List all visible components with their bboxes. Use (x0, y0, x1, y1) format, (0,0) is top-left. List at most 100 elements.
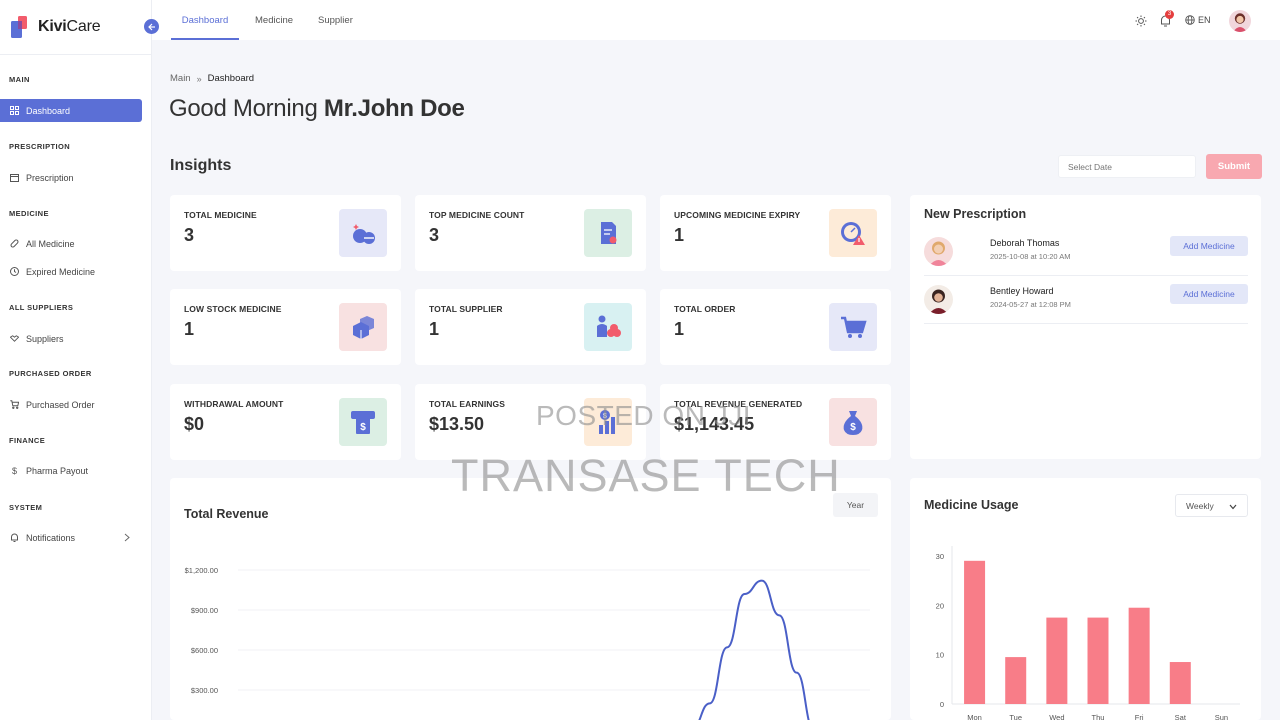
stat-value: $13.50 (429, 414, 485, 434)
usage-period-select[interactable]: Weekly (1175, 494, 1248, 517)
section-finance: FINANCE (9, 436, 46, 445)
greeting-prefix: Good Morning (169, 95, 318, 122)
dollar-icon: $ (11, 465, 17, 476)
tab-supplier[interactable]: Supplier (318, 0, 353, 40)
date-picker-input[interactable] (1058, 155, 1196, 178)
y-tick-label: $900.00 (191, 606, 218, 615)
sidebar-item-label: Notifications (26, 532, 76, 543)
notification-count-badge: 3 (1165, 10, 1174, 19)
x-tick-label: Sun (1215, 713, 1228, 720)
stat-card-low-stock: LOW STOCK MEDICINE 1 (170, 289, 401, 365)
sidebar-item-label: Expired Medicine (26, 266, 96, 277)
breadcrumb-root[interactable]: Main (170, 73, 191, 84)
stat-label: UPCOMING MEDICINE EXPIRY (674, 210, 801, 220)
usage-bar (1046, 617, 1068, 704)
boxes-icon (339, 303, 387, 351)
sidebar-item-expired-medicine[interactable]: Expired Medicine (0, 260, 142, 283)
pill-icon (10, 239, 19, 248)
logo[interactable]: KiviCare (11, 15, 101, 39)
x-tick-label: Mon (967, 713, 982, 720)
sidebar-item-purchased-order[interactable]: Purchased Order (0, 393, 142, 416)
y-tick-label: 20 (936, 601, 944, 610)
stat-label: LOW STOCK MEDICINE (184, 304, 282, 314)
language-selector[interactable]: EN (1185, 15, 1211, 25)
top-navbar: Dashboard Medicine Supplier (152, 0, 1280, 40)
sidebar-item-label: Prescription (26, 172, 74, 183)
watermark-line-1: POSTED ON JJI (536, 400, 751, 431)
y-tick-label: 0 (940, 700, 944, 709)
sidebar-item-notifications[interactable]: Notifications (0, 526, 142, 549)
section-purchased: PURCHASED ORDER (9, 369, 92, 378)
chevron-right-icon (124, 533, 130, 544)
total-revenue-title: Total Revenue (184, 507, 269, 521)
collapse-sidebar-button[interactable] (144, 19, 159, 34)
patient-avatar (924, 285, 953, 314)
medicine-usage-bar-chart: 0 10 20 30 Mon Tue Wed Thu Fri Sat Sun (936, 546, 1240, 720)
x-tick-label: Thu (1092, 713, 1105, 720)
sidebar-item-all-medicine[interactable]: All Medicine (0, 232, 142, 255)
prescription-date: 2025-10-08 at 10:20 AM (990, 252, 1071, 261)
svg-text:$: $ (360, 422, 366, 433)
add-medicine-button[interactable]: Add Medicine (1170, 236, 1248, 256)
sidebar-item-label: Dashboard (26, 105, 71, 116)
list-item: Bentley Howard 2024-05-27 at 12:08 PM Ad… (924, 276, 1248, 324)
stat-value: 1 (429, 319, 440, 339)
chevron-down-icon (1229, 502, 1237, 512)
sidebar: KiviCare MAIN Dashboard PRESCRIPTION Pre… (0, 0, 152, 720)
usage-bar (1087, 617, 1109, 704)
globe-icon (1185, 15, 1195, 25)
clock-icon (10, 267, 19, 276)
brand-name-rest: Care (66, 18, 101, 35)
atm-icon: $ (339, 398, 387, 446)
add-medicine-button[interactable]: Add Medicine (1170, 284, 1248, 304)
stat-value: 1 (184, 319, 195, 339)
sidebar-item-pharma-payout[interactable]: $ Pharma Payout (0, 459, 142, 482)
sidebar-item-suppliers[interactable]: Suppliers (0, 327, 142, 350)
cart-icon (10, 400, 19, 409)
y-tick-label: $600.00 (191, 646, 218, 655)
handshake-icon (10, 334, 19, 343)
svg-text:$: $ (850, 422, 856, 433)
usage-period-value: Weekly (1186, 500, 1214, 511)
stat-label: WITHDRAWAL AMOUNT (184, 399, 284, 409)
insights-title: Insights (170, 157, 232, 174)
kivicare-logo-icon (11, 16, 33, 38)
user-avatar[interactable] (1229, 10, 1251, 32)
section-medicine: MEDICINE (9, 209, 49, 218)
x-tick-label: Fri (1135, 713, 1144, 720)
divider (0, 54, 152, 55)
prescription-date: 2024-05-27 at 12:08 PM (990, 300, 1071, 309)
patient-avatar (924, 237, 953, 266)
revenue-line-chart: $300.00 $600.00 $900.00 $1,200.00 (185, 566, 870, 720)
sun-theme-icon[interactable] (1135, 14, 1147, 32)
tab-dashboard[interactable]: Dashboard (171, 0, 239, 40)
list-item: Deborah Thomas 2025-10-08 at 10:20 AM Ad… (924, 228, 1248, 276)
double-chevron-icon: » (196, 73, 202, 84)
tab-medicine[interactable]: Medicine (255, 0, 293, 40)
arrow-left-icon (147, 23, 155, 30)
submit-button[interactable]: Submit (1206, 154, 1262, 179)
stat-label: TOTAL ORDER (674, 304, 736, 314)
sidebar-item-label: Purchased Order (26, 399, 95, 410)
greeting-heading: Good Morning Mr.John Doe (169, 95, 465, 123)
sidebar-item-prescription[interactable]: Prescription (0, 166, 142, 189)
section-suppliers: ALL SUPPLIERS (9, 303, 74, 312)
x-tick-label: Wed (1049, 713, 1064, 720)
stat-value: 3 (429, 225, 440, 245)
usage-bar (1169, 662, 1191, 704)
patient-name: Deborah Thomas (990, 238, 1060, 248)
sidebar-item-dashboard[interactable]: Dashboard (0, 99, 142, 122)
calendar-icon (10, 173, 19, 182)
stat-card-total-supplier: TOTAL SUPPLIER 1 (415, 289, 646, 365)
usage-bar (1005, 657, 1027, 704)
brand-name-bold: Kivi (38, 18, 67, 35)
new-prescription-title: New Prescription (924, 207, 1027, 221)
x-tick-label: Tue (1009, 713, 1022, 720)
section-prescription: PRESCRIPTION (9, 142, 71, 151)
y-tick-label: $300.00 (191, 686, 218, 695)
stat-value: $0 (184, 414, 205, 434)
y-tick-label: 30 (936, 552, 944, 561)
supplier-icon (584, 303, 632, 351)
language-label: EN (1198, 15, 1211, 25)
expiry-alert-icon (829, 209, 877, 257)
